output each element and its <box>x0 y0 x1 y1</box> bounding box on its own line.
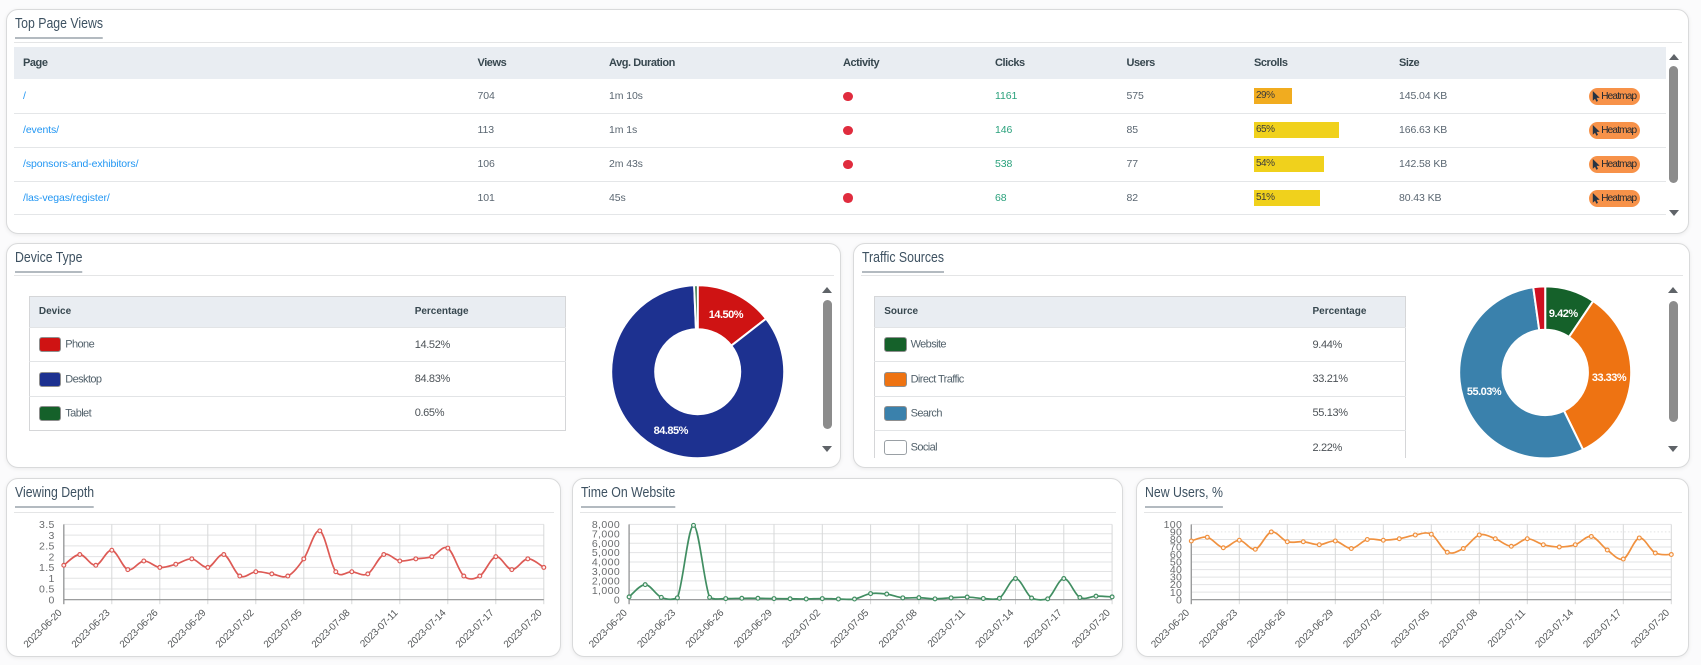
svg-text:2023-07-20: 2023-07-20 <box>1629 607 1672 650</box>
svg-text:2023-06-23: 2023-06-23 <box>70 607 113 650</box>
svg-text:2023-07-11: 2023-07-11 <box>926 607 968 649</box>
svg-text:2023-07-14: 2023-07-14 <box>406 607 449 650</box>
svg-text:2023-06-29: 2023-06-29 <box>732 607 775 650</box>
svg-text:2023-07-14: 2023-07-14 <box>974 607 1017 650</box>
svg-text:2023-07-17: 2023-07-17 <box>1581 607 1624 650</box>
svg-text:0: 0 <box>49 594 55 606</box>
svg-text:2023-06-20: 2023-06-20 <box>1149 607 1192 650</box>
svg-text:2023-06-23: 2023-06-23 <box>1197 607 1240 650</box>
svg-text:55.03%: 55.03% <box>1467 386 1502 398</box>
svg-text:84.85%: 84.85% <box>654 425 689 437</box>
svg-text:2023-06-26: 2023-06-26 <box>684 607 727 650</box>
svg-text:2023-07-17: 2023-07-17 <box>454 607 497 650</box>
svg-text:2023-07-20: 2023-07-20 <box>1070 607 1113 650</box>
svg-text:2023-07-11: 2023-07-11 <box>358 607 400 649</box>
svg-text:2023-07-11: 2023-07-11 <box>1486 607 1528 649</box>
svg-text:2023-06-26: 2023-06-26 <box>118 607 161 650</box>
svg-text:2023-07-20: 2023-07-20 <box>502 607 545 650</box>
svg-text:0: 0 <box>614 594 620 606</box>
svg-text:0: 0 <box>1176 594 1182 606</box>
svg-text:2023-06-26: 2023-06-26 <box>1245 607 1288 650</box>
svg-text:2023-07-08: 2023-07-08 <box>310 607 353 650</box>
svg-text:2023-07-08: 2023-07-08 <box>1437 607 1480 650</box>
svg-text:2023-07-02: 2023-07-02 <box>214 607 257 650</box>
svg-text:14.50%: 14.50% <box>709 309 744 321</box>
svg-text:2023-06-23: 2023-06-23 <box>635 607 678 650</box>
svg-text:2023-07-05: 2023-07-05 <box>829 607 872 650</box>
svg-text:33.33%: 33.33% <box>1592 372 1627 384</box>
svg-text:2023-06-20: 2023-06-20 <box>587 607 630 650</box>
svg-text:2023-06-29: 2023-06-29 <box>166 607 209 650</box>
svg-text:2023-07-05: 2023-07-05 <box>262 607 305 650</box>
svg-text:2023-07-02: 2023-07-02 <box>1341 607 1384 650</box>
svg-text:2023-07-02: 2023-07-02 <box>780 607 823 650</box>
svg-text:9.42%: 9.42% <box>1549 308 1578 320</box>
svg-text:2023-07-05: 2023-07-05 <box>1389 607 1432 650</box>
svg-text:2023-07-17: 2023-07-17 <box>1022 607 1065 650</box>
svg-text:2023-07-14: 2023-07-14 <box>1533 607 1576 650</box>
svg-text:2023-06-20: 2023-06-20 <box>22 607 65 650</box>
svg-text:2023-07-08: 2023-07-08 <box>877 607 920 650</box>
svg-text:2023-06-29: 2023-06-29 <box>1293 607 1336 650</box>
